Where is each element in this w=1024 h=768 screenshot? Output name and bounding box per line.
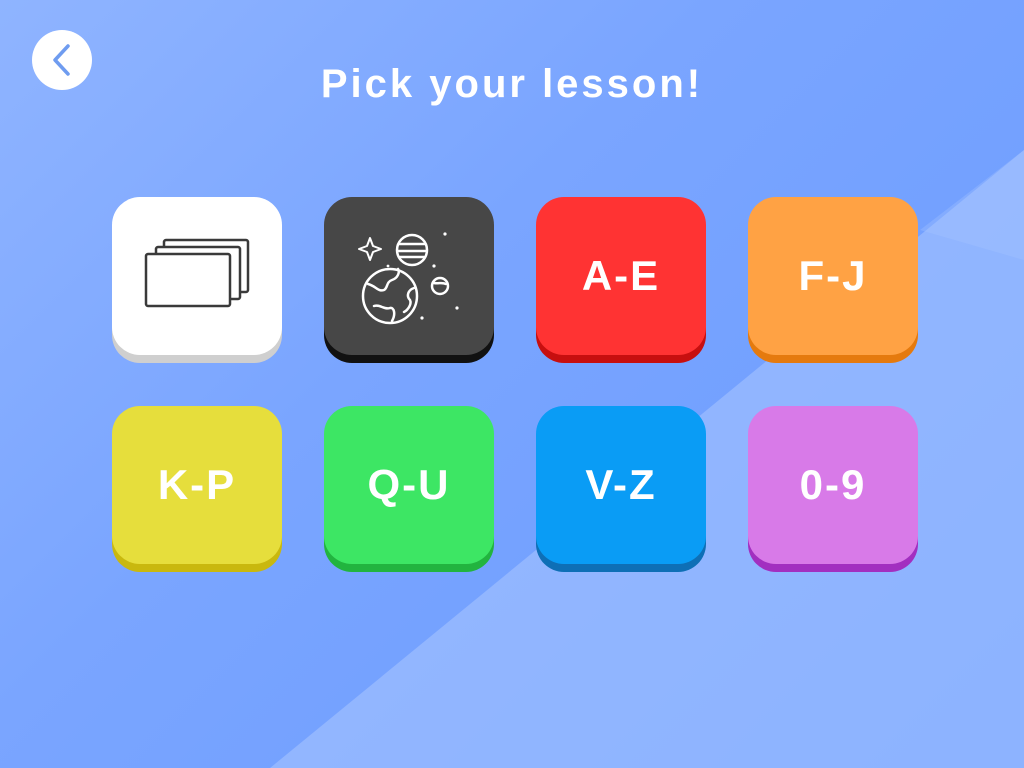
- lesson-tile-0-9[interactable]: 0-9: [748, 406, 918, 564]
- lesson-tile-space[interactable]: [324, 197, 494, 355]
- page-title: Pick your lesson!: [320, 62, 704, 106]
- background-shape: [270, 150, 1024, 768]
- flashcards-icon: [144, 238, 250, 308]
- lesson-tile-f-j[interactable]: F-J: [748, 197, 918, 355]
- lesson-tile-v-z[interactable]: V-Z: [536, 406, 706, 564]
- lesson-tile-q-u[interactable]: Q-U: [324, 406, 494, 564]
- lesson-label: F-J: [798, 252, 868, 299]
- lesson-label: 0-9: [799, 461, 867, 508]
- lesson-tile-a-e[interactable]: A-E: [536, 197, 706, 355]
- lesson-label: A-E: [581, 252, 661, 299]
- lesson-label: K-P: [157, 461, 237, 508]
- lesson-label: V-Z: [585, 461, 657, 508]
- lesson-tile-flashcards[interactable]: [112, 197, 282, 355]
- planets-icon: [358, 232, 459, 325]
- lesson-tile-k-p[interactable]: K-P: [112, 406, 282, 564]
- lesson-label: Q-U: [367, 461, 451, 508]
